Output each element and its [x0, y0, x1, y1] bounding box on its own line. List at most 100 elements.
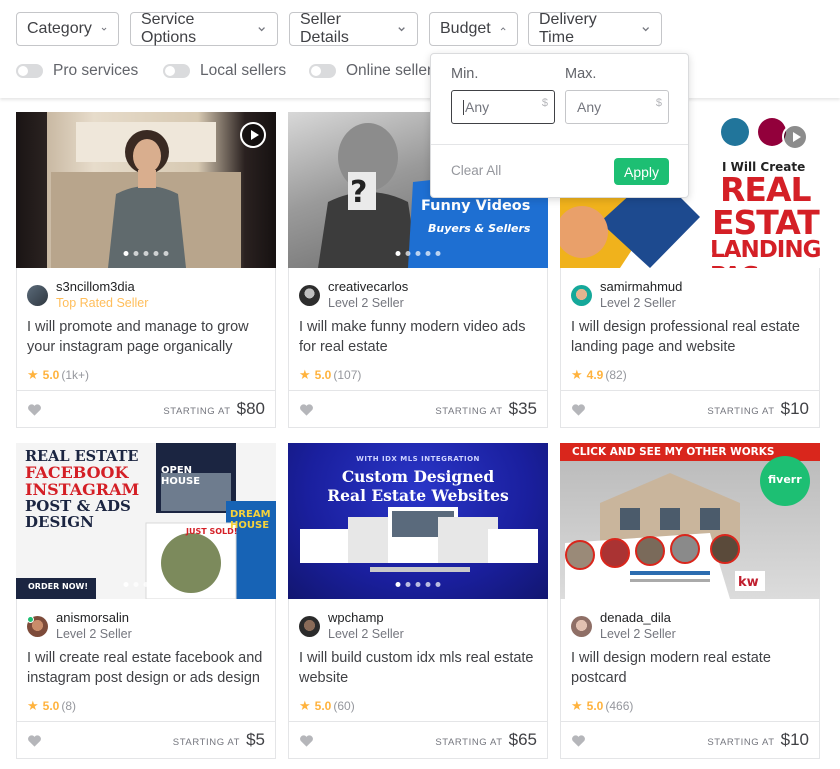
- starting-at-label: STARTING AT: [707, 737, 775, 748]
- gig-card[interactable]: kw CLICK AND SEE MY OTHER WORKS fiverr d…: [560, 443, 820, 759]
- online-status-indicator: [27, 615, 34, 623]
- price-amount: $10: [780, 730, 809, 749]
- gig-thumbnail[interactable]: REAL ESTATE FACEBOOK INSTAGRAM POST & AD…: [16, 443, 276, 599]
- pro-services-toggle[interactable]: Pro services: [16, 62, 138, 80]
- carousel-dots[interactable]: [395, 251, 441, 256]
- seller-name[interactable]: creativecarlos: [328, 279, 408, 295]
- seller-level: Level 2 Seller: [600, 627, 676, 641]
- budget-filter-label: Budget: [440, 20, 491, 37]
- service-options-filter-label: Service Options: [141, 11, 197, 46]
- heart-icon[interactable]: [571, 734, 586, 748]
- rating-score: 5.0: [314, 699, 332, 713]
- clear-all-button[interactable]: Clear All: [451, 163, 501, 178]
- thumb-text-line: JUST SOLD!: [186, 527, 238, 536]
- carousel-dots[interactable]: [667, 251, 713, 256]
- seller-level: Level 2 Seller: [600, 296, 676, 310]
- carousel-dots[interactable]: [395, 582, 441, 587]
- gig-price: STARTING AT $80: [163, 399, 265, 419]
- star-icon: ★: [27, 367, 39, 382]
- seller-name[interactable]: anismorsalin: [56, 610, 132, 626]
- avatar[interactable]: [27, 284, 48, 306]
- gig-rating: ★ 5.0 (60): [299, 698, 355, 714]
- star-icon: ★: [571, 698, 583, 713]
- gig-title[interactable]: I will design professional real estate l…: [571, 318, 813, 357]
- budget-filter-button[interactable]: Budget: [429, 12, 518, 46]
- seller-details-filter-label: Seller Details: [300, 11, 349, 46]
- online-sellers-toggle[interactable]: Online sellers: [309, 62, 440, 80]
- play-video-icon[interactable]: [782, 124, 808, 150]
- filter-bar: Category Service Options Seller Details …: [0, 0, 840, 98]
- gig-card[interactable]: s3ncillom3dia Top Rated Seller I will pr…: [16, 112, 276, 428]
- avatar[interactable]: [299, 284, 320, 306]
- heart-icon[interactable]: [571, 403, 586, 417]
- starting-at-label: STARTING AT: [435, 406, 503, 417]
- service-options-filter-button[interactable]: Service Options: [130, 11, 278, 46]
- gig-price: STARTING AT $10: [707, 730, 809, 750]
- heart-icon[interactable]: [299, 734, 314, 748]
- gig-title[interactable]: I will create real estate facebook and i…: [27, 649, 269, 688]
- seller-name[interactable]: s3ncillom3dia: [56, 279, 148, 295]
- price-amount: $80: [236, 399, 265, 418]
- gig-card[interactable]: WITH IDX MLS INTEGRATION Custom Designed…: [288, 443, 548, 759]
- heart-icon[interactable]: [27, 403, 42, 417]
- gig-rating: ★ 5.0 (1k+): [27, 367, 89, 383]
- starting-at-label: STARTING AT: [163, 406, 231, 417]
- toggle-switch[interactable]: [309, 64, 336, 78]
- gig-thumbnail[interactable]: kw CLICK AND SEE MY OTHER WORKS fiverr: [560, 443, 820, 599]
- avatar[interactable]: [571, 615, 592, 637]
- max-budget-input[interactable]: Any $: [565, 90, 669, 124]
- seller-info: creativecarlos Level 2 Seller: [299, 279, 408, 311]
- seller-name[interactable]: denada_dila: [600, 610, 676, 626]
- gig-title[interactable]: I will promote and manage to grow your i…: [27, 318, 269, 357]
- category-filter-button[interactable]: Category: [16, 12, 119, 46]
- min-label: Min.: [451, 66, 479, 82]
- apply-button[interactable]: Apply: [614, 158, 669, 185]
- carousel-dots[interactable]: [123, 582, 169, 587]
- toggle-switch[interactable]: [163, 64, 190, 78]
- carousel-dots[interactable]: [123, 251, 169, 256]
- seller-level: Level 2 Seller: [328, 627, 404, 641]
- gig-card[interactable]: REAL ESTATE FACEBOOK INSTAGRAM POST & AD…: [16, 443, 276, 759]
- local-sellers-toggle[interactable]: Local sellers: [163, 62, 286, 80]
- gig-footer: STARTING AT $80: [17, 390, 275, 428]
- thumb-text-line: ORDER NOW!: [28, 582, 88, 591]
- gig-title[interactable]: I will make funny modern video ads for r…: [299, 318, 541, 357]
- toggle-switch[interactable]: [16, 64, 43, 78]
- gig-thumbnail[interactable]: WITH IDX MLS INTEGRATION Custom Designed…: [288, 443, 548, 599]
- min-budget-input[interactable]: Any $: [451, 90, 555, 124]
- play-video-icon[interactable]: [240, 122, 266, 148]
- thumb-text-line: WITH IDX MLS INTEGRATION: [356, 455, 480, 463]
- heart-icon[interactable]: [299, 403, 314, 417]
- star-icon: ★: [27, 698, 39, 713]
- avatar[interactable]: [299, 615, 320, 637]
- delivery-time-filter-button[interactable]: Delivery Time: [528, 11, 662, 46]
- rating-count: (1k+): [61, 368, 90, 382]
- max-label: Max.: [565, 66, 597, 82]
- thumb-text-line: OPEN HOUSE: [161, 465, 201, 487]
- thumb-text-line: DESIGN: [25, 513, 94, 531]
- text-cursor: [463, 99, 464, 115]
- chevron-down-icon: [641, 27, 649, 32]
- gig-rating: ★ 4.9 (82): [571, 367, 627, 383]
- thumb-text-line: Custom Designed: [341, 467, 495, 486]
- seller-name[interactable]: samirmahmud: [600, 279, 682, 295]
- seller-details-filter-button[interactable]: Seller Details: [289, 11, 418, 46]
- gig-price: STARTING AT $5: [173, 730, 265, 750]
- gig-footer: STARTING AT $65: [289, 721, 547, 759]
- seller-info: denada_dila Level 2 Seller: [571, 610, 676, 642]
- thumb-text-line: Real Estate Websites: [327, 486, 509, 505]
- gig-title[interactable]: I will build custom idx mls real estate …: [299, 649, 541, 688]
- rating-count: (466): [605, 699, 634, 713]
- gig-title[interactable]: I will design modern real estate postcar…: [571, 649, 813, 688]
- avatar[interactable]: [27, 615, 48, 637]
- category-filter-label: Category: [27, 20, 92, 37]
- thumb-headline: Funny Videos: [421, 198, 531, 214]
- heart-icon[interactable]: [27, 734, 42, 748]
- starting-at-label: STARTING AT: [435, 737, 503, 748]
- gig-thumbnail[interactable]: [16, 112, 276, 268]
- seller-name[interactable]: wpchamp: [328, 610, 404, 626]
- seller-level: Top Rated Seller: [56, 296, 149, 310]
- gig-footer: STARTING AT $10: [561, 721, 819, 759]
- thumb-text-line: LANDING PAG: [710, 237, 820, 268]
- avatar[interactable]: [571, 284, 592, 306]
